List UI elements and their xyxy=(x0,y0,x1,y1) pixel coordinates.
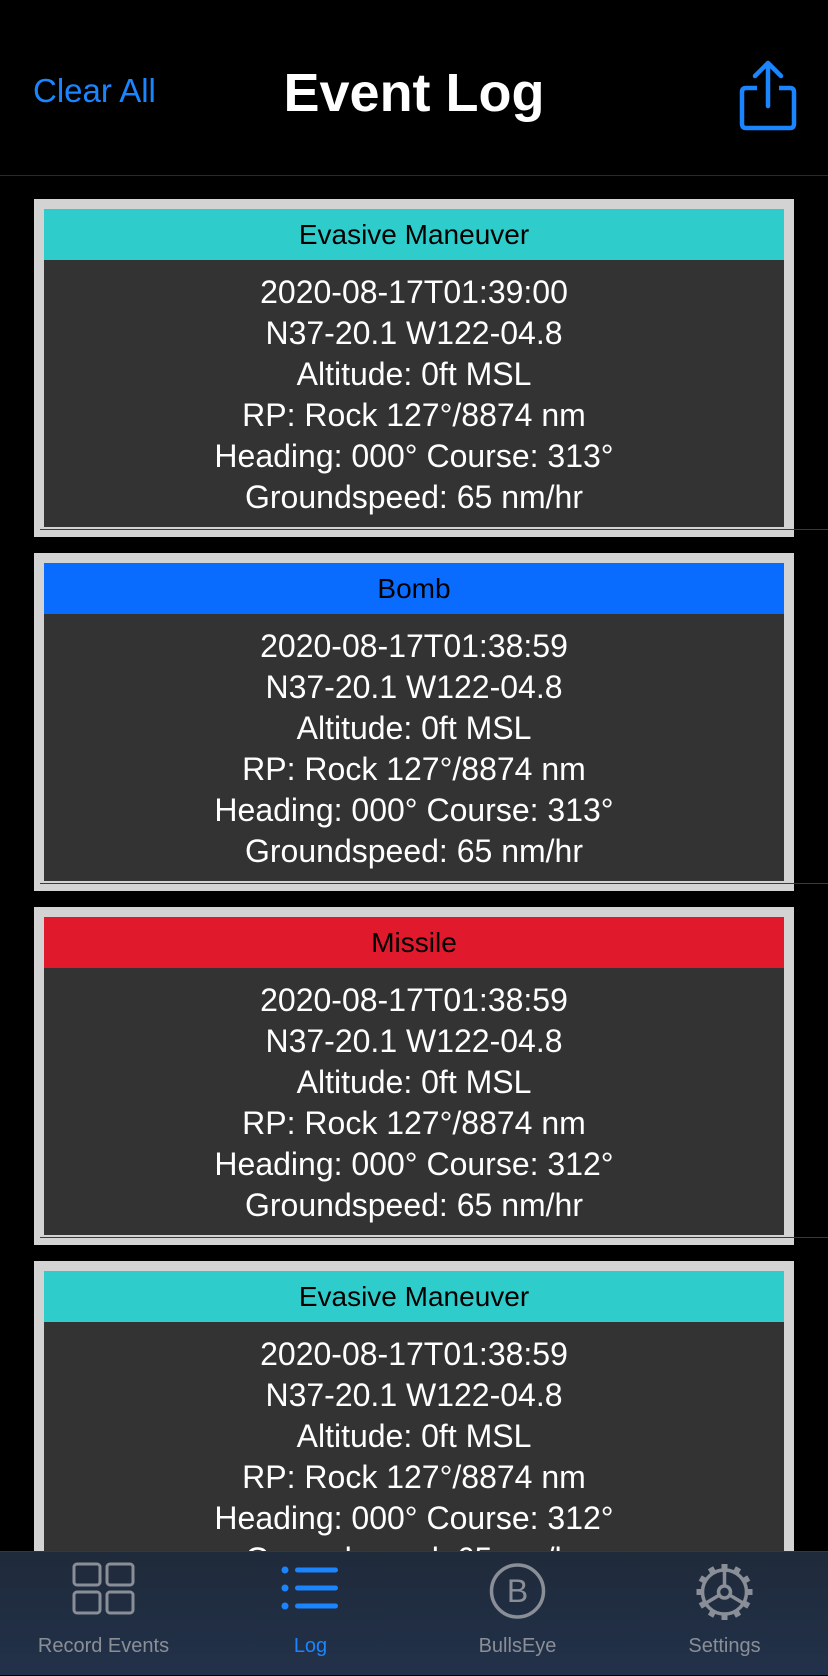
event-details: 2020-08-17T01:38:59 N37-20.1 W122-04.8 A… xyxy=(44,614,784,872)
event-reference-point: RP: Rock 127°/8874 nm xyxy=(242,1459,586,1495)
svg-text:B: B xyxy=(507,1573,528,1609)
event-type-header: Bomb xyxy=(44,563,784,614)
navigation-bar: Clear All Event Log xyxy=(0,0,828,176)
gear-icon xyxy=(696,1564,753,1620)
list-icon xyxy=(281,1566,338,1610)
event-card: Evasive Maneuver 2020-08-17T01:38:59 N37… xyxy=(34,1261,794,1551)
tab-bullseye[interactable]: B BullsEye xyxy=(414,1552,621,1676)
bullseye-b-icon: B xyxy=(489,1563,546,1619)
event-reference-point: RP: Rock 127°/8874 nm xyxy=(242,397,586,433)
event-cell[interactable]: Bomb 2020-08-17T01:38:59 N37-20.1 W122-0… xyxy=(0,530,828,891)
event-groundspeed: Groundspeed: 65 nm/hr xyxy=(245,1187,583,1223)
event-details: 2020-08-17T01:38:59 N37-20.1 W122-04.8 A… xyxy=(44,1322,784,1551)
event-position: N37-20.1 W122-04.8 xyxy=(265,1377,563,1413)
tab-bar: Record Events Log B BullsEye Settings xyxy=(0,1551,828,1675)
event-reference-point: RP: Rock 127°/8874 nm xyxy=(242,751,586,787)
event-heading-course: Heading: 000° Course: 312° xyxy=(214,1500,614,1536)
event-card: Bomb 2020-08-17T01:38:59 N37-20.1 W122-0… xyxy=(34,553,794,891)
event-timestamp: 2020-08-17T01:39:00 xyxy=(260,274,568,310)
event-heading-course: Heading: 000° Course: 312° xyxy=(214,1146,614,1182)
event-timestamp: 2020-08-17T01:38:59 xyxy=(260,628,568,664)
share-button[interactable] xyxy=(738,60,798,132)
page-title: Event Log xyxy=(283,63,545,123)
event-altitude: Altitude: 0ft MSL xyxy=(296,710,532,746)
event-groundspeed: Groundspeed: 65 nm/hr xyxy=(44,1539,784,1551)
event-position: N37-20.1 W122-04.8 xyxy=(265,1023,563,1059)
event-heading-course: Heading: 000° Course: 313° xyxy=(214,792,614,828)
grid-icon xyxy=(72,1562,135,1615)
event-groundspeed: Groundspeed: 65 nm/hr xyxy=(245,479,583,515)
event-card: Evasive Maneuver 2020-08-17T01:39:00 N37… xyxy=(34,199,794,537)
event-type-header: Evasive Maneuver xyxy=(44,209,784,260)
event-altitude: Altitude: 0ft MSL xyxy=(296,1064,532,1100)
tab-label: BullsEye xyxy=(478,1635,557,1657)
event-groundspeed: Groundspeed: 65 nm/hr xyxy=(245,833,583,869)
share-icon xyxy=(739,60,797,131)
event-type-header: Evasive Maneuver xyxy=(44,1271,784,1322)
tab-record-events[interactable]: Record Events xyxy=(0,1552,207,1676)
event-position: N37-20.1 W122-04.8 xyxy=(265,315,563,351)
event-details: 2020-08-17T01:38:59 N37-20.1 W122-04.8 A… xyxy=(44,968,784,1226)
event-altitude: Altitude: 0ft MSL xyxy=(296,356,532,392)
event-log-list[interactable]: Evasive Maneuver 2020-08-17T01:39:00 N37… xyxy=(0,176,828,1551)
event-details: 2020-08-17T01:39:00 N37-20.1 W122-04.8 A… xyxy=(44,260,784,518)
event-heading-course: Heading: 000° Course: 313° xyxy=(214,438,614,474)
tab-label: Log xyxy=(293,1635,328,1657)
event-timestamp: 2020-08-17T01:38:59 xyxy=(260,982,568,1018)
tab-label: Settings xyxy=(688,1635,761,1657)
event-position: N37-20.1 W122-04.8 xyxy=(265,669,563,705)
event-altitude: Altitude: 0ft MSL xyxy=(296,1418,532,1454)
tab-label: Record Events xyxy=(37,1635,170,1657)
event-type-header: Missile xyxy=(44,917,784,968)
event-cell[interactable]: Missile 2020-08-17T01:38:59 N37-20.1 W12… xyxy=(0,884,828,1245)
event-reference-point: RP: Rock 127°/8874 nm xyxy=(242,1105,586,1141)
tab-settings[interactable]: Settings xyxy=(621,1552,828,1676)
event-cell[interactable]: Evasive Maneuver 2020-08-17T01:39:00 N37… xyxy=(0,176,828,537)
tab-log[interactable]: Log xyxy=(207,1552,414,1676)
event-timestamp: 2020-08-17T01:38:59 xyxy=(260,1336,568,1372)
event-card: Missile 2020-08-17T01:38:59 N37-20.1 W12… xyxy=(34,907,794,1245)
event-cell[interactable]: Evasive Maneuver 2020-08-17T01:38:59 N37… xyxy=(0,1238,828,1551)
